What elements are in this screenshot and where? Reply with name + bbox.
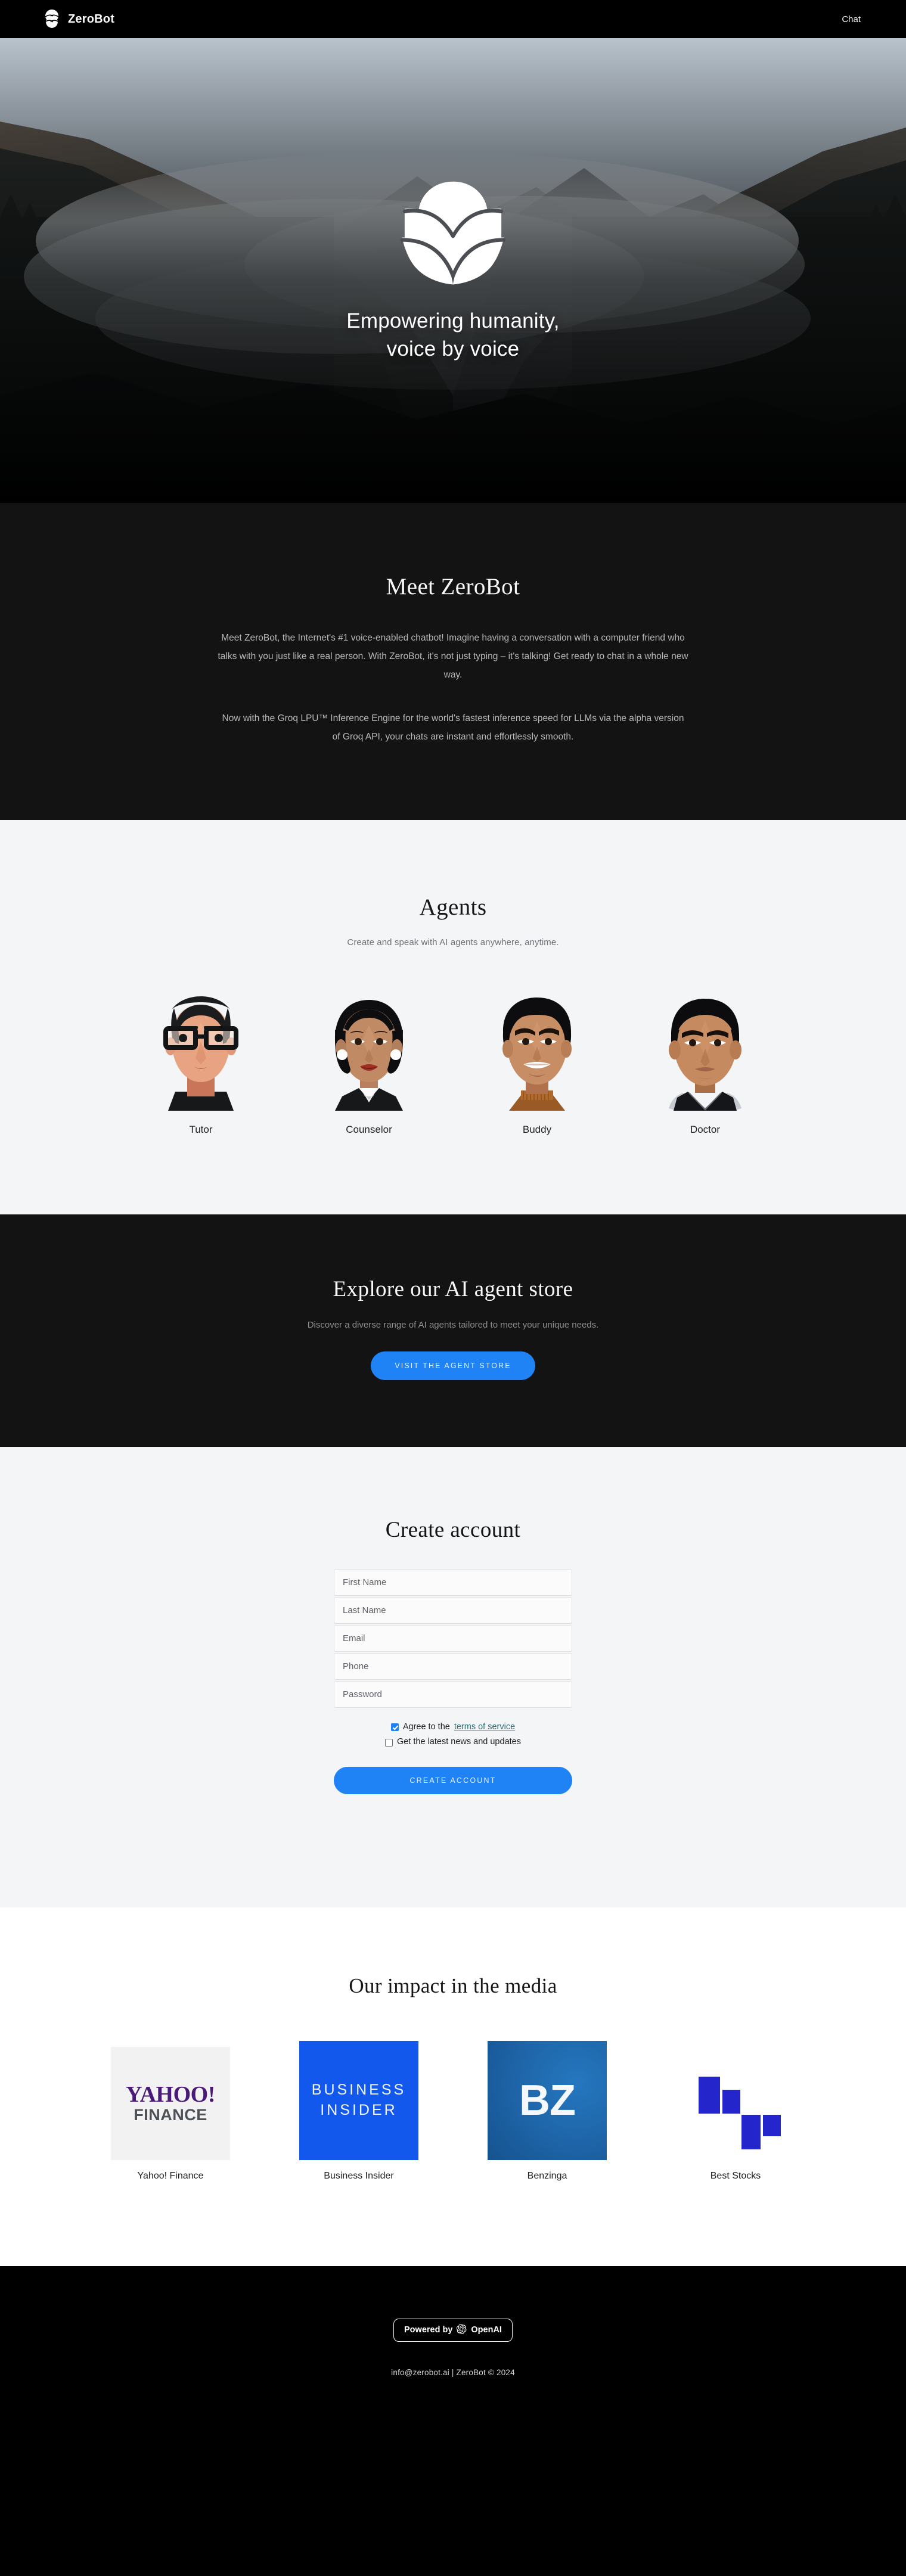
media-item-benzinga[interactable]: BZ Benzinga	[488, 2040, 607, 2182]
terms-checkbox[interactable]	[390, 1723, 399, 1732]
agent-name: Tutor	[189, 1124, 213, 1135]
terms-of-service-link[interactable]: terms of service	[454, 1720, 515, 1735]
create-account-form: Agree to the terms of service Get the la…	[334, 1569, 572, 1794]
store-title: Explore our AI agent store	[333, 1277, 573, 1301]
hero-content: Empowering humanity, voice by voice	[0, 38, 906, 503]
terms-label: Agree to the	[402, 1722, 450, 1732]
powered-by-label: Powered by	[404, 2325, 453, 2335]
visit-agent-store-button[interactable]: VISIT THE AGENT STORE	[371, 1351, 535, 1380]
media-title: Our impact in the media	[349, 1974, 557, 1997]
create-account-button[interactable]: CREATE ACCOUNT	[334, 1766, 572, 1794]
store-subtitle: Discover a diverse range of AI agents ta…	[307, 1320, 599, 1330]
meet-title: Meet ZeroBot	[386, 574, 520, 599]
media-caption: Benzinga	[527, 2170, 567, 2181]
business-insider-logo-icon: BUSINESS INSIDER	[299, 2040, 418, 2160]
media-item-best-stocks[interactable]: Best Stocks	[676, 2041, 795, 2182]
last-name-input[interactable]	[334, 1597, 572, 1624]
agent-card-tutor[interactable]: Tutor	[150, 992, 252, 1136]
agent-card-doctor[interactable]: Doctor	[654, 992, 756, 1136]
terms-row: Agree to the terms of service	[334, 1720, 572, 1735]
agents-title: Agents	[419, 894, 487, 920]
landing-page: ZeroBot Chat Empowering humanity, voice …	[0, 0, 906, 2434]
avatar-buddy-smiling-icon	[486, 992, 588, 1111]
yahoo-finance-logo-icon: YAHOO! FINANCE	[111, 2041, 230, 2160]
benzinga-logo-icon: BZ	[488, 2040, 607, 2160]
agents-section: Agents Create and speak with AI agents a…	[0, 820, 906, 1214]
media-section: Our impact in the media YAHOO! FINANCE Y…	[0, 1907, 906, 2266]
avatar-counselor-woman-icon	[318, 992, 420, 1111]
newsletter-checkbox[interactable]	[385, 1738, 393, 1747]
first-name-input[interactable]	[334, 1569, 572, 1596]
hero-tagline-line1: Empowering humanity,	[346, 309, 560, 333]
business-wordmark: BUSINESS	[311, 2081, 407, 2099]
media-item-business-insider[interactable]: BUSINESS INSIDER Business Insider	[299, 2040, 418, 2182]
footer-copyright: info@zerobot.ai | ZeroBot © 2024	[391, 2367, 515, 2377]
top-navbar: ZeroBot Chat	[0, 0, 906, 38]
nav-link-chat[interactable]: Chat	[839, 11, 863, 28]
media-caption: Business Insider	[324, 2170, 394, 2181]
powered-by-openai-badge[interactable]: Powered by OpenAI	[393, 2318, 513, 2342]
create-account-title: Create account	[385, 1518, 521, 1542]
newsletter-row: Get the latest news and updates	[334, 1735, 572, 1750]
agents-subtitle: Create and speak with AI agents anywhere…	[347, 937, 559, 947]
meet-paragraph-2: Now with the Groq LPU™ Inference Engine …	[222, 713, 684, 742]
hero-section: Empowering humanity, voice by voice	[0, 38, 906, 503]
newsletter-label: Get the latest news and updates	[397, 1737, 521, 1747]
best-stocks-bars-logo-icon	[676, 2041, 795, 2160]
openai-label: OpenAI	[471, 2325, 502, 2335]
consent-checkboxes: Agree to the terms of service Get the la…	[334, 1720, 572, 1750]
agent-card-counselor[interactable]: Counselor	[318, 992, 420, 1136]
hero-tagline-line2: voice by voice	[386, 337, 520, 361]
brand-logo[interactable]: ZeroBot	[43, 9, 114, 29]
meet-paragraph-1: Meet ZeroBot, the Internet's #1 voice-en…	[218, 633, 688, 680]
brand-name: ZeroBot	[68, 12, 115, 26]
phone-input[interactable]	[334, 1653, 572, 1680]
agent-store-section: Explore our AI agent store Discover a di…	[0, 1214, 906, 1447]
zerobot-leaf-logo-icon	[43, 9, 61, 29]
agents-grid: Tutor Counselor Buddy Doctor	[0, 992, 906, 1136]
avatar-doctor-stethoscope-icon	[654, 992, 756, 1111]
agent-card-buddy[interactable]: Buddy	[486, 992, 588, 1136]
openai-logo-icon	[457, 2323, 467, 2336]
media-caption: Best Stocks	[710, 2170, 761, 2181]
password-input[interactable]	[334, 1681, 572, 1708]
avatar-tutor-glasses-icon	[150, 992, 252, 1111]
hero-tagline: Empowering humanity, voice by voice	[346, 307, 559, 363]
bz-wordmark: BZ	[519, 2076, 576, 2124]
agent-name: Counselor	[346, 1124, 392, 1135]
meet-zerobot-section: Meet ZeroBot Meet ZeroBot, the Internet'…	[0, 503, 906, 820]
yahoo-wordmark: YAHOO!	[126, 2082, 215, 2108]
agent-name: Doctor	[690, 1124, 721, 1135]
media-caption: Yahoo! Finance	[137, 2170, 204, 2181]
email-input[interactable]	[334, 1625, 572, 1652]
agent-name: Buddy	[522, 1124, 552, 1135]
create-account-section: Create account Agree to the terms of ser…	[0, 1447, 906, 1907]
zerobot-leaf-logo-icon	[391, 170, 515, 294]
media-logo-grid: YAHOO! FINANCE Yahoo! Finance BUSINESS I…	[0, 2040, 906, 2182]
insider-wordmark: INSIDER	[320, 2101, 398, 2118]
media-item-yahoo-finance[interactable]: YAHOO! FINANCE Yahoo! Finance	[111, 2041, 230, 2182]
finance-wordmark: FINANCE	[134, 2106, 207, 2124]
footer-section: Powered by OpenAI info@zerobot.ai | Zero…	[0, 2266, 906, 2434]
